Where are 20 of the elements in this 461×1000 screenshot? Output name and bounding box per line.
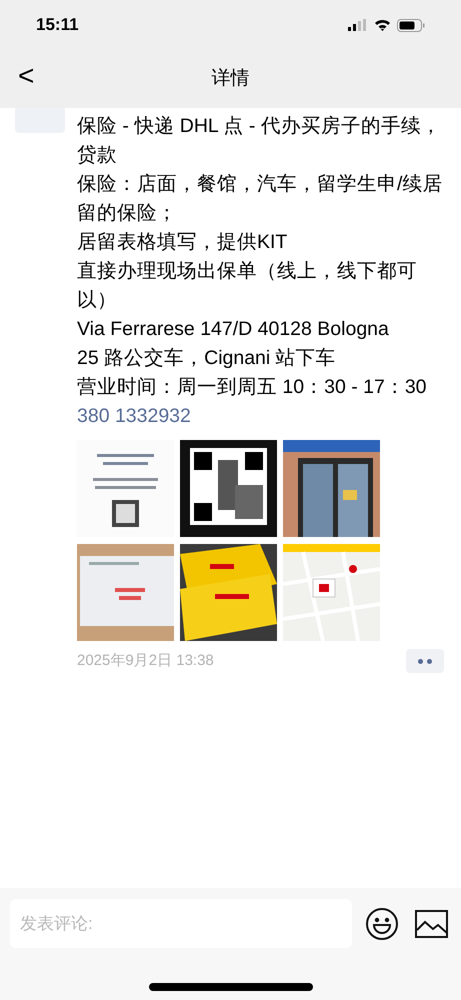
post-text-line: 25 路公交车，Cignani 站下车 (77, 346, 337, 371)
status-time: 15:11 (36, 14, 79, 36)
post-text-line: 保险 - 快递 DHL 点 - 代办买房子的手续，贷款 (77, 114, 442, 168)
wifi-icon (374, 19, 391, 31)
more-button[interactable] (406, 649, 444, 673)
post-text-line: Via Ferrarese 147/D 40128 Bologna (77, 317, 390, 342)
post-text-line: 直接办理现场出保单（线上，线下都可以） (77, 259, 418, 313)
comment-field[interactable]: 发表评论: (10, 899, 352, 948)
emoji-icon[interactable] (365, 906, 399, 940)
back-button[interactable]: < (16, 62, 36, 90)
battery-icon (397, 18, 425, 32)
more-icon (418, 658, 432, 664)
timestamp: 2025年9月2日 13:38 (77, 650, 214, 671)
signal-icon (348, 19, 368, 31)
post-text-line: 保险：店面，餐馆，汽车，留学生申/续居留的保险； (77, 172, 444, 226)
phone-link[interactable]: 380 1332932 (77, 402, 453, 431)
page-title: 详情 (212, 66, 250, 91)
image-icon[interactable] (415, 910, 448, 938)
post-text-line: 营业时间：周一到周五 10：30 - 17：30 (77, 375, 428, 400)
post-text-line: 居留表格填写，提供KIT (77, 230, 288, 255)
